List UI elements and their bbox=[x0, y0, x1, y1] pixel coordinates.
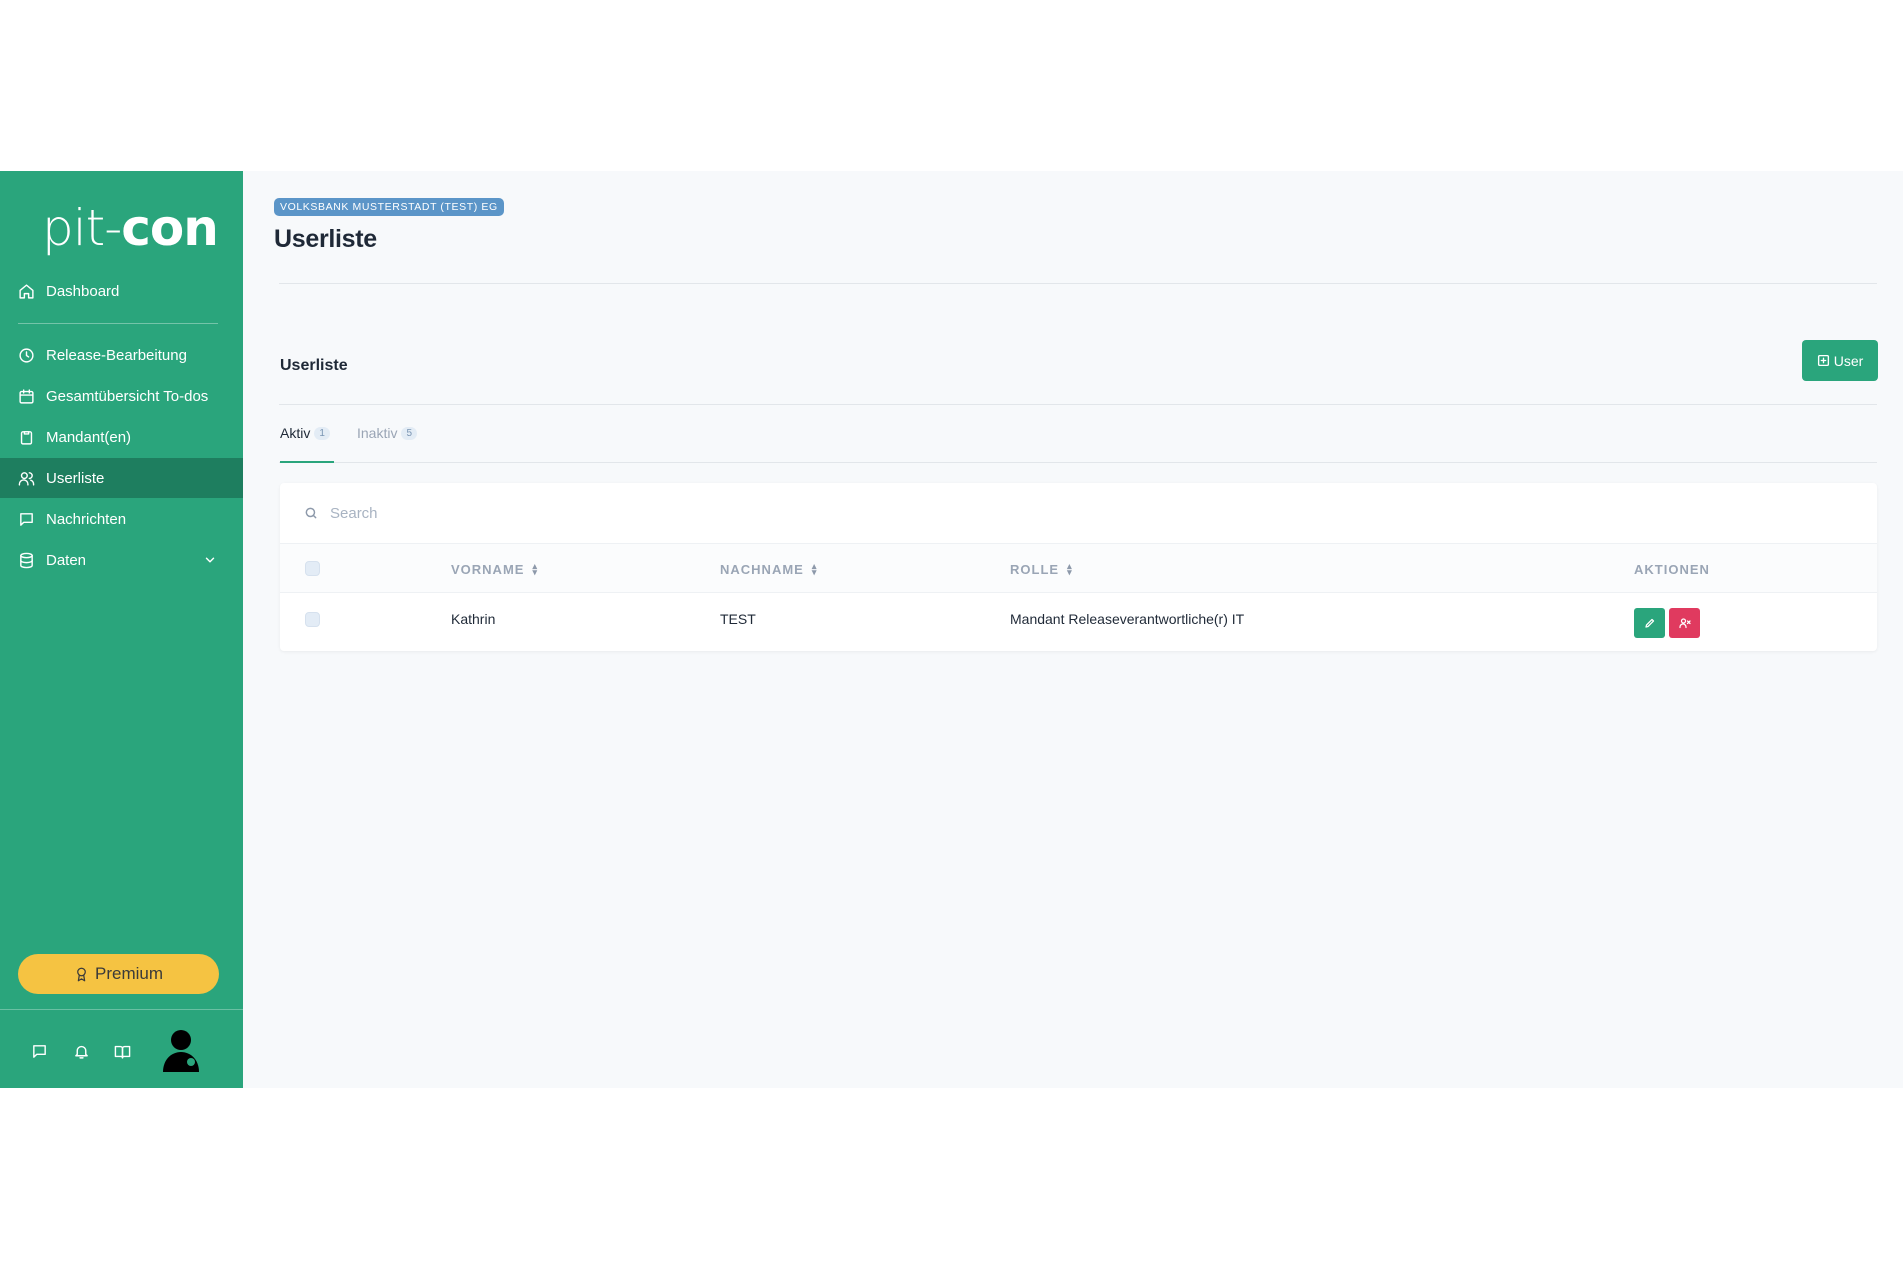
tab-label: Inaktiv bbox=[357, 425, 398, 441]
search-bar bbox=[280, 483, 1877, 543]
table-row: Kathrin TEST Mandant Releaseverantwortli… bbox=[280, 593, 1877, 651]
divider bbox=[279, 283, 1877, 284]
column-header-nachname[interactable]: NACHNAME ▴ ▾ bbox=[720, 544, 817, 594]
sidebar-divider bbox=[18, 323, 218, 324]
column-header-aktionen: AKTIONEN bbox=[1634, 544, 1710, 594]
column-header-label: AKTIONEN bbox=[1634, 561, 1710, 577]
section-title: Userliste bbox=[280, 357, 348, 374]
sidebar-item-release-bearbeitung[interactable]: Release-Bearbeitung bbox=[0, 335, 243, 375]
calendar-icon bbox=[19, 388, 34, 404]
sidebar-item-label: Userliste bbox=[46, 469, 105, 487]
sort-icon[interactable]: ▴ ▾ bbox=[1067, 562, 1073, 577]
sidebar-item-label: Gesamtübersicht To-dos bbox=[46, 387, 209, 405]
tab-label: Aktiv bbox=[280, 425, 311, 441]
tab-aktiv[interactable]: Aktiv 1 bbox=[280, 425, 330, 441]
sort-icon[interactable]: ▴ ▾ bbox=[532, 562, 538, 577]
book-icon[interactable] bbox=[112, 1041, 132, 1061]
sidebar-item-userliste[interactable]: Userliste bbox=[0, 458, 243, 498]
divider bbox=[279, 404, 1877, 405]
user-avatar[interactable] bbox=[163, 1028, 199, 1072]
client-badge: VOLKSBANK MUSTERSTADT (TEST) EG bbox=[274, 198, 504, 216]
search-input[interactable] bbox=[330, 504, 830, 522]
clock-icon bbox=[19, 347, 34, 363]
logo[interactable]: pit-con bbox=[42, 199, 219, 257]
user-x-icon bbox=[1678, 618, 1691, 629]
add-user-label: User bbox=[1833, 352, 1864, 369]
sidebar-item-nachrichten[interactable]: Nachrichten bbox=[0, 499, 243, 539]
sidebar-item-gesamtuebersicht[interactable]: Gesamtübersicht To-dos bbox=[0, 376, 243, 416]
user-table-card: VORNAME ▴▾ NACHNAME ▴▾ ROLLE ▴▾ AKTIONEN… bbox=[280, 483, 1877, 651]
search-icon bbox=[305, 507, 317, 519]
column-header-label: ROLLE bbox=[1010, 561, 1060, 577]
sidebar-item-dashboard[interactable]: Dashboard bbox=[0, 271, 243, 311]
sidebar-item-label: Mandant(en) bbox=[46, 428, 132, 446]
premium-button[interactable]: Premium bbox=[18, 954, 219, 994]
chevron-down-icon[interactable] bbox=[203, 553, 217, 567]
cell-nachname: TEST bbox=[720, 611, 756, 627]
tabs-divider bbox=[279, 462, 1877, 463]
sidebar-item-label: Daten bbox=[46, 551, 87, 569]
message-icon bbox=[20, 512, 33, 526]
deactivate-user-button[interactable] bbox=[1669, 608, 1700, 638]
premium-label: Premium bbox=[94, 964, 163, 983]
home-icon bbox=[19, 283, 34, 299]
award-icon bbox=[77, 967, 86, 981]
sidebar-item-label: Nachrichten bbox=[46, 510, 127, 528]
chat-icon[interactable] bbox=[29, 1041, 49, 1061]
column-header-rolle[interactable]: ROLLE ▴ ▾ bbox=[1010, 544, 1073, 594]
logo-light: pit- bbox=[42, 199, 122, 257]
add-user-button[interactable]: User bbox=[1802, 340, 1878, 381]
column-header-label: VORNAME bbox=[451, 561, 525, 577]
sidebar-item-label: Dashboard bbox=[46, 282, 120, 300]
tab-inaktiv[interactable]: Inaktiv 5 bbox=[357, 425, 418, 441]
row-checkbox[interactable] bbox=[305, 612, 320, 627]
sidebar-item-daten[interactable]: Daten bbox=[0, 540, 243, 580]
edit-user-button[interactable] bbox=[1634, 608, 1665, 638]
cell-rolle: Mandant Releaseverantwortliche(r) IT bbox=[1010, 611, 1245, 627]
main-content: VOLKSBANK MUSTERSTADT (TEST) EG Userlist… bbox=[243, 171, 1903, 1088]
plus-square-icon bbox=[1817, 354, 1829, 367]
sidebar: pit-con Dashboard Release-Bearbeitung Ge… bbox=[0, 171, 243, 1088]
sidebar-item-mandanten[interactable]: Mandant(en) bbox=[0, 417, 243, 457]
column-header-label: NACHNAME bbox=[720, 561, 804, 577]
tab-count-badge: 1 bbox=[314, 426, 330, 440]
page-title: Userliste bbox=[274, 225, 377, 253]
column-header-vorname[interactable]: VORNAME ▴ ▾ bbox=[451, 544, 538, 594]
users-icon bbox=[18, 471, 35, 486]
database-icon bbox=[20, 552, 33, 568]
table-header: VORNAME ▴ ▾ NACHNAME ▴ ▾ ROLLE ▴ ▾ AKTIONEN bbox=[280, 543, 1877, 593]
sidebar-item-label: Release-Bearbeitung bbox=[46, 346, 187, 364]
app: pit-con Dashboard Release-Bearbeitung Ge… bbox=[0, 171, 1903, 1088]
active-tab-indicator bbox=[280, 461, 334, 463]
clipboard-icon bbox=[20, 430, 33, 445]
bell-icon[interactable] bbox=[71, 1041, 91, 1061]
sidebar-bottom-divider bbox=[0, 1009, 243, 1010]
cell-vorname: Kathrin bbox=[451, 611, 496, 627]
pencil-icon bbox=[1644, 618, 1654, 628]
logo-bold: con bbox=[121, 199, 219, 257]
sort-icon[interactable]: ▴ ▾ bbox=[812, 562, 818, 577]
tab-count-badge: 5 bbox=[401, 426, 418, 440]
select-all-checkbox[interactable] bbox=[305, 561, 320, 576]
